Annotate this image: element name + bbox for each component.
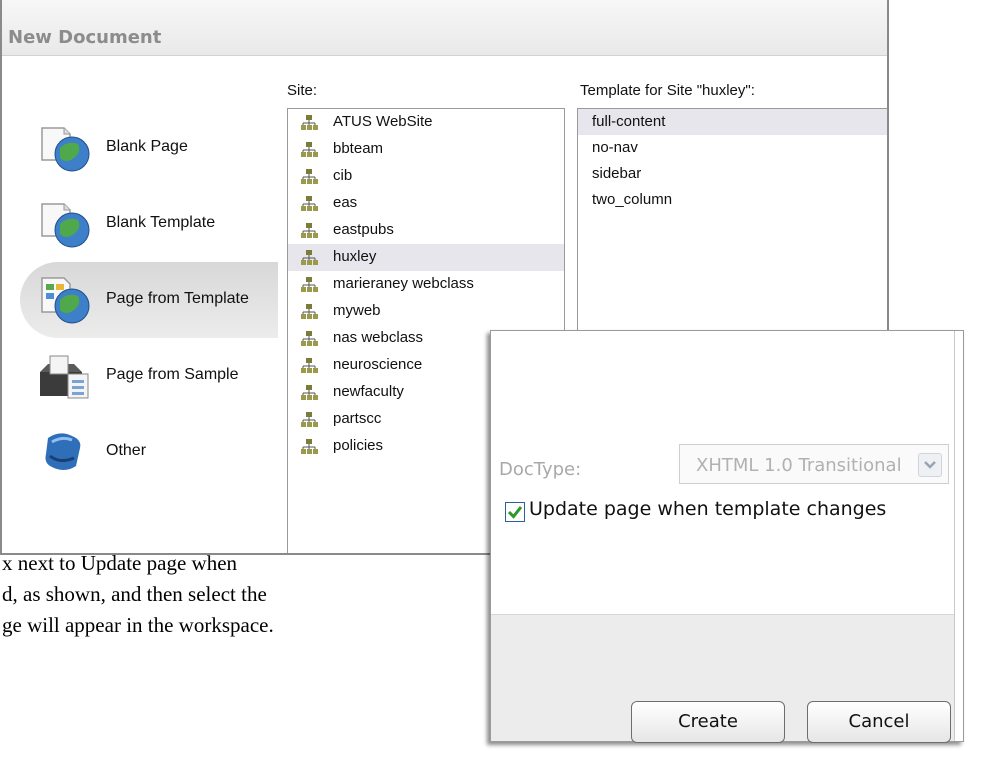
cancel-button[interactable]: Cancel [807, 701, 951, 743]
site-network-icon [300, 330, 318, 348]
site-network-icon [300, 168, 318, 186]
category-label: Blank Page [106, 138, 188, 155]
site-network-icon [300, 114, 318, 132]
site-item-cib[interactable]: cib [288, 163, 564, 190]
doc-text-line: x next to Update page when [2, 551, 238, 575]
site-item-label: partscc [333, 410, 382, 427]
template-item-label: full-content [592, 113, 666, 130]
dialog-title: New Document [8, 27, 162, 48]
category-blank-template[interactable]: Blank Template [20, 186, 278, 262]
category-label: Page from Sample [106, 366, 239, 383]
site-item-label: marieraney webclass [333, 275, 474, 292]
site-item-label: eas [333, 194, 358, 211]
site-item-label: cib [333, 167, 353, 184]
template-item-no-nav[interactable]: no-nav [578, 135, 887, 161]
site-item-atus-website[interactable]: ATUS WebSite [288, 109, 564, 136]
category-page-from-sample[interactable]: Page from Sample [20, 338, 278, 414]
template-item-label: no-nav [592, 139, 638, 156]
update-page-label: Update page when template changes [529, 498, 887, 520]
site-item-label: myweb [333, 302, 381, 319]
site-item-huxley[interactable]: huxley [288, 244, 564, 271]
site-network-icon [300, 303, 318, 321]
site-network-icon [300, 438, 318, 456]
template-item-label: two_column [592, 191, 673, 208]
site-network-icon [300, 195, 318, 213]
update-page-checkbox[interactable] [505, 502, 525, 522]
category-other[interactable]: Other [20, 414, 278, 490]
site-item-label: ATUS WebSite [333, 113, 433, 130]
site-item-label: eastpubs [333, 221, 394, 238]
category-label: Other [106, 442, 147, 459]
site-item-label: policies [333, 437, 384, 454]
template-item-full-content[interactable]: full-content [578, 109, 887, 135]
category-label: Page from Template [106, 290, 249, 307]
template-item-sidebar[interactable]: sidebar [578, 161, 887, 187]
checkmark-icon [507, 506, 523, 519]
category-blank-page[interactable]: Blank Page [20, 110, 278, 186]
site-item-bbteam[interactable]: bbteam [288, 136, 564, 163]
page-from-sample-icon [38, 350, 94, 402]
doctype-label: DocType: [499, 459, 582, 480]
options-panel: DocType: XHTML 1.0 Transitional Update p… [490, 330, 964, 743]
site-item-label: neuroscience [333, 356, 423, 373]
site-item-label: huxley [333, 248, 377, 265]
site-item-label: bbteam [333, 140, 384, 157]
site-network-icon [300, 357, 318, 375]
site-item-eastpubs[interactable]: eastpubs [288, 217, 564, 244]
dialog-title-bar: New Document [2, 0, 887, 56]
site-network-icon [300, 384, 318, 402]
page-from-template-icon [38, 274, 94, 326]
doc-text-line: ge will appear in the workspace. [2, 613, 274, 637]
dialog-footer: Create Cancel [491, 614, 963, 743]
template-label: Template for Site "huxley": [580, 82, 755, 99]
category-label: Blank Template [106, 214, 216, 231]
site-network-icon [300, 249, 318, 267]
chevron-down-icon [918, 453, 942, 477]
doctype-value: XHTML 1.0 Transitional [696, 455, 902, 476]
site-item-myweb[interactable]: myweb [288, 298, 564, 325]
panel-edge-strip [954, 331, 963, 741]
blank-template-icon [38, 198, 94, 250]
doctype-select[interactable]: XHTML 1.0 Transitional [679, 444, 949, 484]
site-item-label: newfaculty [333, 383, 404, 400]
site-network-icon [300, 276, 318, 294]
site-label: Site: [287, 82, 318, 99]
site-item-eas[interactable]: eas [288, 190, 564, 217]
site-item-marieraney-webclass[interactable]: marieraney webclass [288, 271, 564, 298]
category-page-from-template[interactable]: Page from Template [20, 262, 278, 338]
site-network-icon [300, 222, 318, 240]
site-network-icon [300, 411, 318, 429]
template-item-label: sidebar [592, 165, 642, 182]
blank-page-icon [38, 122, 94, 174]
create-button[interactable]: Create [631, 701, 785, 743]
template-item-two-column[interactable]: two_column [578, 187, 887, 213]
site-item-label: nas webclass [333, 329, 424, 346]
site-network-icon [300, 141, 318, 159]
category-list: Blank Page Blank Template Page from Temp… [20, 110, 278, 490]
doc-text-line: d, as shown, and then select the [2, 582, 267, 606]
other-icon [38, 426, 94, 478]
